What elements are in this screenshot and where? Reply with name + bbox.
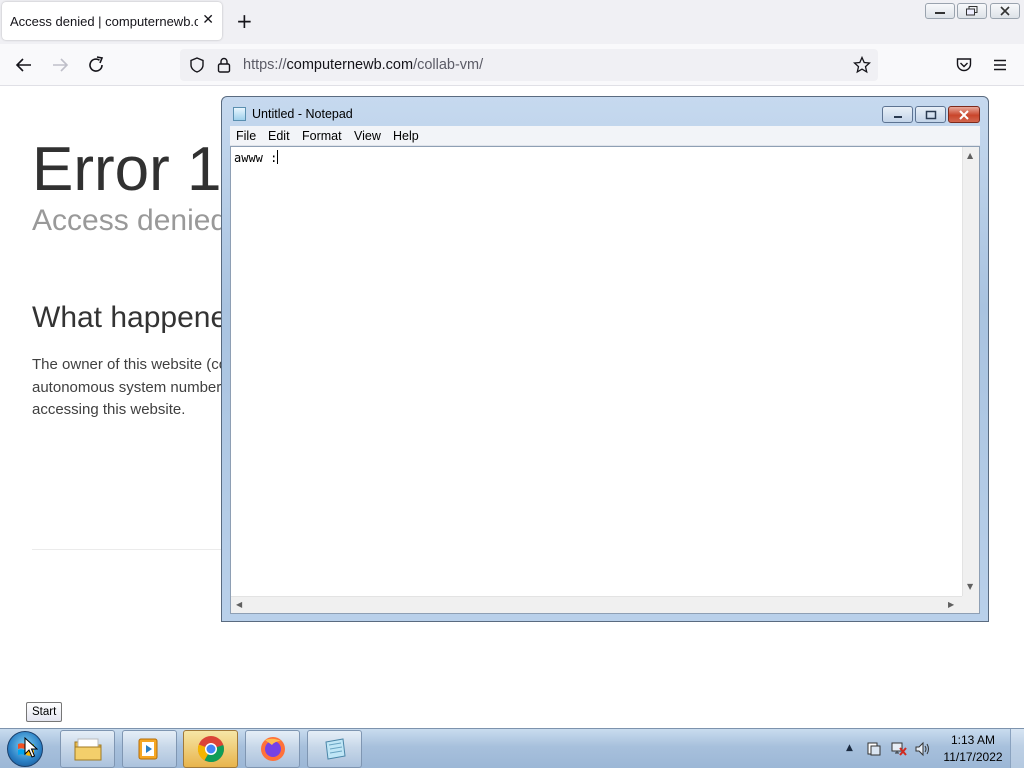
minimize-icon: [893, 115, 902, 118]
clock-date[interactable]: 11/17/2022: [940, 750, 1006, 764]
vertical-scrollbar[interactable]: ▲ ▼: [962, 147, 979, 597]
notepad-maximize-button[interactable]: [915, 106, 946, 123]
menu-hamburger-icon[interactable]: [991, 56, 1009, 74]
shield-icon[interactable]: [188, 56, 206, 74]
url-text: https://computernewb.com/collab-vm/: [243, 57, 484, 73]
menu-edit[interactable]: Edit: [268, 129, 290, 143]
bookmark-star-icon[interactable]: [853, 56, 871, 74]
menu-file[interactable]: File: [236, 129, 256, 143]
taskbar-firefox-button[interactable]: [245, 730, 300, 768]
notepad-menu-bar: File Edit Format View Help: [230, 126, 980, 146]
notepad-window[interactable]: Untitled - Notepad File Edit Format View…: [221, 96, 989, 622]
volume-icon[interactable]: [914, 741, 932, 757]
scroll-down-arrow-icon[interactable]: ▼: [967, 583, 973, 591]
browser-close-button[interactable]: [990, 3, 1020, 19]
resize-grip[interactable]: [962, 596, 979, 613]
new-tab-icon[interactable]: +: [236, 10, 253, 32]
tab-title: Access denied | computernewb.com: [10, 13, 198, 29]
mouse-cursor-icon: [24, 737, 38, 758]
scroll-up-arrow-icon[interactable]: ▲: [967, 152, 973, 160]
taskbar: ▲ 1:13 AM 11/17/2022: [0, 728, 1024, 768]
url-bar[interactable]: https://computernewb.com/collab-vm/: [180, 49, 878, 81]
lock-icon[interactable]: [216, 56, 232, 74]
tab-close-icon[interactable]: ✕: [202, 12, 214, 28]
folder-icon: [74, 738, 101, 761]
notepad-close-button[interactable]: [948, 106, 980, 123]
notepad-icon: [324, 738, 346, 760]
maximize-icon: [925, 110, 936, 119]
browser-minimize-button[interactable]: [925, 3, 955, 19]
taskbar-chrome-button[interactable]: [183, 730, 238, 768]
text-caret: [277, 150, 279, 164]
menu-format[interactable]: Format: [302, 129, 342, 143]
reload-icon[interactable]: [85, 54, 107, 76]
action-center-flag-icon[interactable]: [866, 741, 882, 757]
network-disconnected-icon[interactable]: [890, 741, 908, 757]
show-desktop-button[interactable]: [1010, 729, 1024, 768]
start-tooltip: Start: [26, 702, 63, 722]
media-player-icon: [138, 738, 157, 760]
horizontal-scrollbar[interactable]: ◀ ▶: [231, 596, 962, 613]
firefox-icon: [260, 737, 285, 761]
taskbar-explorer-button[interactable]: [60, 730, 115, 768]
taskbar-notepad-button[interactable]: [307, 730, 362, 768]
show-hidden-icons-icon[interactable]: ▲: [846, 743, 853, 753]
close-icon: [1000, 6, 1010, 16]
section-heading: What happene: [32, 301, 228, 334]
clock-time[interactable]: 1:13 AM: [940, 733, 1006, 747]
browser-restore-button[interactable]: [957, 3, 987, 19]
notepad-title: Untitled - Notepad: [252, 107, 353, 121]
browser-tab-active[interactable]: Access denied | computernewb.com ✕: [2, 2, 222, 40]
notepad-content: awww :: [234, 150, 279, 165]
divider: [32, 549, 232, 550]
menu-help[interactable]: Help: [393, 129, 419, 143]
back-arrow-icon[interactable]: [13, 54, 35, 76]
pocket-icon[interactable]: [955, 56, 973, 74]
notepad-app-icon[interactable]: [233, 107, 246, 121]
error-subtitle: Access denied: [32, 204, 228, 237]
menu-view[interactable]: View: [354, 129, 381, 143]
scroll-left-arrow-icon[interactable]: ◀: [236, 601, 242, 609]
notepad-minimize-button[interactable]: [882, 106, 913, 123]
minimize-icon: [935, 12, 945, 14]
taskbar-media-player-button[interactable]: [122, 730, 177, 768]
restore-icon: [966, 6, 978, 16]
forward-arrow-icon[interactable]: [49, 54, 71, 76]
browser-tab-strip: Access denied | computernewb.com ✕ +: [0, 0, 1024, 44]
chrome-icon: [197, 736, 224, 763]
scroll-right-arrow-icon[interactable]: ▶: [948, 601, 954, 609]
close-icon: [959, 109, 969, 120]
notepad-text-area[interactable]: awww : ▲ ▼ ◀ ▶: [230, 146, 980, 614]
browser-nav-bar: https://computernewb.com/collab-vm/: [0, 44, 1024, 86]
